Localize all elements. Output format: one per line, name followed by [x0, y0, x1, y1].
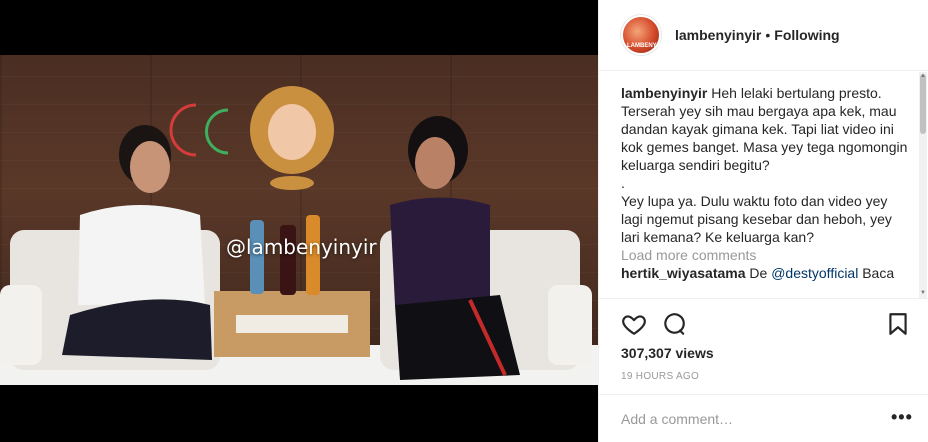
post-header: LAMBENYINYIR lambenyinyir • Following — [599, 0, 928, 71]
comment-text-before: De — [749, 265, 772, 281]
sticker-paws — [270, 176, 314, 190]
avatar[interactable]: LAMBENYINYIR — [621, 15, 673, 55]
neon-green-arc — [205, 108, 229, 155]
left-sofa-arm — [0, 285, 42, 365]
right-sofa-arm — [548, 285, 592, 365]
comments-list[interactable]: lambenyinyir Heh lelaki bertulang presto… — [621, 84, 911, 298]
heart-icon[interactable] — [621, 311, 647, 337]
right-person-top — [390, 197, 490, 305]
scroll-up-arrow-icon[interactable]: ▲ — [919, 72, 927, 80]
table-drawer — [236, 315, 348, 333]
view-count[interactable]: 307,307 views — [621, 345, 714, 361]
comment-mention[interactable]: @destyofficial — [771, 265, 858, 281]
scroll-down-arrow-icon[interactable]: ▼ — [919, 289, 927, 297]
video-player[interactable]: @lambenyinyir — [0, 0, 598, 442]
video-frame[interactable]: @lambenyinyir — [0, 55, 598, 385]
neon-red-arc — [169, 103, 197, 157]
scrollbar-thumb[interactable] — [920, 74, 926, 134]
caption: lambenyinyir Heh lelaki bertulang presto… — [621, 84, 911, 174]
left-person-face — [130, 141, 170, 193]
post-side-panel: LAMBENYINYIR lambenyinyir • Following la… — [598, 0, 928, 442]
post-actions: 307,307 views 19 HOURS AGO — [599, 298, 928, 394]
right-person-face — [415, 137, 455, 189]
following-button[interactable]: Following — [774, 27, 839, 43]
load-more-comments[interactable]: Load more comments — [621, 246, 911, 264]
sticker-face — [268, 104, 316, 160]
comment-text-after: Baca — [858, 265, 895, 281]
comment-username[interactable]: hertik_wiyasatama — [621, 265, 746, 281]
video-scene-illustration — [0, 86, 592, 380]
caption-text-3: Yey lupa ya. Dulu waktu foto dan video y… — [621, 193, 892, 245]
video-watermark: @lambenyinyir — [226, 235, 377, 259]
comment-icon[interactable] — [661, 311, 687, 337]
left-person-shirt — [78, 205, 205, 305]
comment-item: hertik_wiyasatama De @destyofficial Baca — [621, 264, 911, 282]
more-options-icon[interactable]: ••• — [891, 407, 913, 428]
header-username[interactable]: lambenyinyir — [675, 27, 761, 43]
add-comment-input[interactable] — [621, 409, 871, 429]
caption-username[interactable]: lambenyinyir — [621, 85, 707, 101]
timestamp[interactable]: 19 HOURS AGO — [621, 371, 699, 382]
avatar-label: LAMBENYINYIR — [627, 43, 673, 49]
header-separator: • — [765, 27, 771, 43]
add-comment-bar: ••• — [599, 394, 928, 442]
caption-text-2: . — [621, 175, 625, 191]
bookmark-icon[interactable] — [885, 311, 911, 337]
